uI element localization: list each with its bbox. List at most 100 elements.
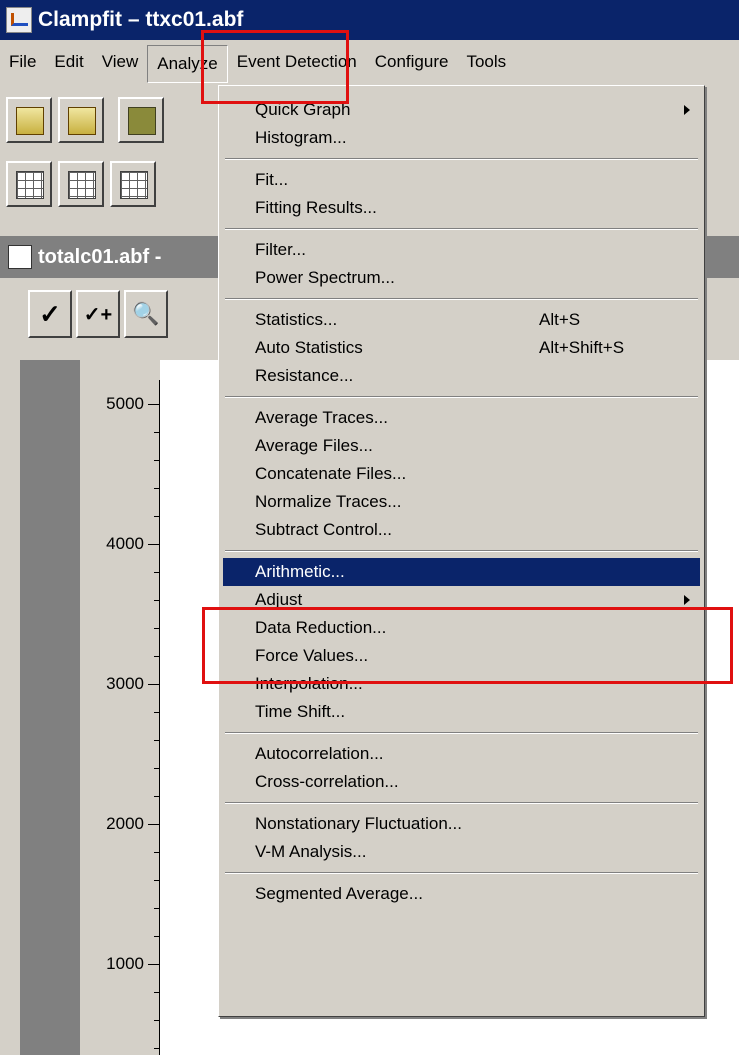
menu-configure[interactable]: Configure [366, 40, 458, 84]
menu-item-label: Auto Statistics [255, 338, 363, 357]
y-tick-major [148, 824, 160, 825]
menu-item-label: Data Reduction... [255, 618, 387, 637]
menu-item-force-values[interactable]: Force Values... [223, 642, 700, 670]
open-folder-button[interactable] [118, 97, 164, 143]
folder-icon [128, 107, 156, 135]
menu-item-histogram[interactable]: Histogram... [223, 124, 700, 152]
document-title: totalc01.abf - [38, 245, 162, 268]
menu-event-detection[interactable]: Event Detection [228, 40, 366, 84]
menu-item-label: Cross-correlation... [255, 772, 399, 791]
menu-item-arithmetic[interactable]: Arithmetic... [223, 558, 700, 586]
title-bar: Clampfit – ttxc01.abf [0, 0, 739, 40]
menu-separator [225, 396, 698, 398]
menu-item-interpolation[interactable]: Interpolation... [223, 670, 700, 698]
menu-item-subtract-control[interactable]: Subtract Control... [223, 516, 700, 544]
menu-item-label: Filter... [255, 240, 307, 259]
menu-item-cross-correlation[interactable]: Cross-correlation... [223, 768, 700, 796]
y-tick-major [148, 404, 160, 405]
document-icon [8, 245, 32, 269]
y-tick-label: 5000 [106, 394, 144, 413]
menu-item-fit[interactable]: Fit... [223, 166, 700, 194]
export-button[interactable] [58, 161, 104, 207]
check-plus-button[interactable]: ✓+ [76, 290, 120, 338]
check-plus-icon: ✓+ [83, 303, 113, 326]
menu-item-label: Histogram... [255, 128, 347, 147]
menu-analyze[interactable]: Analyze [147, 45, 228, 83]
open-data-button[interactable] [6, 97, 52, 143]
spreadsheet-icon [120, 171, 148, 199]
export-icon [68, 171, 96, 199]
menu-edit[interactable]: Edit [45, 40, 92, 84]
zoom-icon: 🔍 [132, 301, 160, 326]
menu-item-fitting-results[interactable]: Fitting Results... [223, 194, 700, 222]
menu-item-label: Concatenate Files... [255, 464, 407, 483]
menu-item-label: Fitting Results... [255, 198, 377, 217]
menu-view[interactable]: View [93, 40, 148, 84]
menu-item-shortcut: Alt+S [539, 310, 581, 329]
menu-item-label: Normalize Traces... [255, 492, 402, 511]
menu-item-label: Subtract Control... [255, 520, 393, 539]
menu-item-segmented-average[interactable]: Segmented Average... [223, 880, 700, 908]
clampfit-app-icon[interactable] [6, 7, 32, 33]
document-toolbar: ✓ ✓+ 🔍 [28, 290, 172, 338]
menu-item-statistics[interactable]: Statistics... Alt+S [223, 306, 700, 334]
check-button[interactable]: ✓ [28, 290, 72, 338]
import-button[interactable] [6, 161, 52, 207]
zoom-button[interactable]: 🔍 [124, 290, 168, 338]
menu-item-label: Resistance... [255, 366, 354, 385]
submenu-arrow-icon [684, 105, 690, 115]
menu-item-label: Arithmetic... [255, 562, 345, 581]
menu-item-concatenate-files[interactable]: Concatenate Files... [223, 460, 700, 488]
menu-item-shortcut: Alt+Shift+S [539, 338, 625, 357]
menu-item-normalize-traces[interactable]: Normalize Traces... [223, 488, 700, 516]
menu-separator [225, 158, 698, 160]
menu-item-quick-graph[interactable]: Quick Graph [223, 96, 700, 124]
menu-item-power-spectrum[interactable]: Power Spectrum... [223, 264, 700, 292]
menu-item-label: Interpolation... [255, 674, 363, 693]
menu-item-label: Segmented Average... [255, 884, 423, 903]
secondary-toolbar [0, 156, 156, 212]
y-tick-label: 2000 [106, 814, 144, 833]
main-toolbar [0, 92, 164, 148]
menu-item-label: Autocorrelation... [255, 744, 384, 763]
menu-item-label: Time Shift... [255, 702, 346, 721]
menu-item-time-shift[interactable]: Time Shift... [223, 698, 700, 726]
y-tick-major [148, 544, 160, 545]
menu-item-v-m-analysis[interactable]: V-M Analysis... [223, 838, 700, 866]
check-icon: ✓ [39, 298, 61, 329]
menu-item-label: Power Spectrum... [255, 268, 395, 287]
menu-item-auto-statistics[interactable]: Auto Statistics Alt+Shift+S [223, 334, 700, 362]
menu-tools[interactable]: Tools [457, 40, 515, 84]
y-tick-label: 4000 [106, 534, 144, 553]
import-icon [16, 171, 44, 199]
menu-item-label: Fit... [255, 170, 289, 189]
menu-item-data-reduction[interactable]: Data Reduction... [223, 614, 700, 642]
y-tick-label: 1000 [106, 954, 144, 973]
menu-separator [225, 228, 698, 230]
menu-item-autocorrelation[interactable]: Autocorrelation... [223, 740, 700, 768]
window-title: Clampfit – ttxc01.abf [38, 8, 244, 31]
y-axis: 5000 4000 3000 2000 1000 [80, 360, 160, 1055]
menu-item-nonstationary-fluctuation[interactable]: Nonstationary Fluctuation... [223, 810, 700, 838]
menu-separator [225, 872, 698, 874]
y-tick-major [148, 964, 160, 965]
menu-separator [225, 298, 698, 300]
menu-item-label: Adjust [255, 590, 303, 609]
menu-item-label: Average Files... [255, 436, 373, 455]
menu-item-label: Force Values... [255, 646, 369, 665]
menu-separator [225, 732, 698, 734]
menu-item-label: Nonstationary Fluctuation... [255, 814, 462, 833]
menu-item-label: Quick Graph [255, 100, 351, 119]
menu-item-adjust[interactable]: Adjust [223, 586, 700, 614]
menu-item-average-files[interactable]: Average Files... [223, 432, 700, 460]
menu-item-resistance[interactable]: Resistance... [223, 362, 700, 390]
menu-item-label: Statistics... [255, 310, 338, 329]
menu-item-average-traces[interactable]: Average Traces... [223, 404, 700, 432]
plot-side-strip [20, 360, 80, 1055]
y-tick-label: 3000 [106, 674, 144, 693]
open-results-button[interactable] [58, 97, 104, 143]
open-data-icon [16, 107, 44, 135]
menu-file[interactable]: File [0, 40, 45, 84]
menu-item-filter[interactable]: Filter... [223, 236, 700, 264]
spreadsheet-button[interactable] [110, 161, 156, 207]
